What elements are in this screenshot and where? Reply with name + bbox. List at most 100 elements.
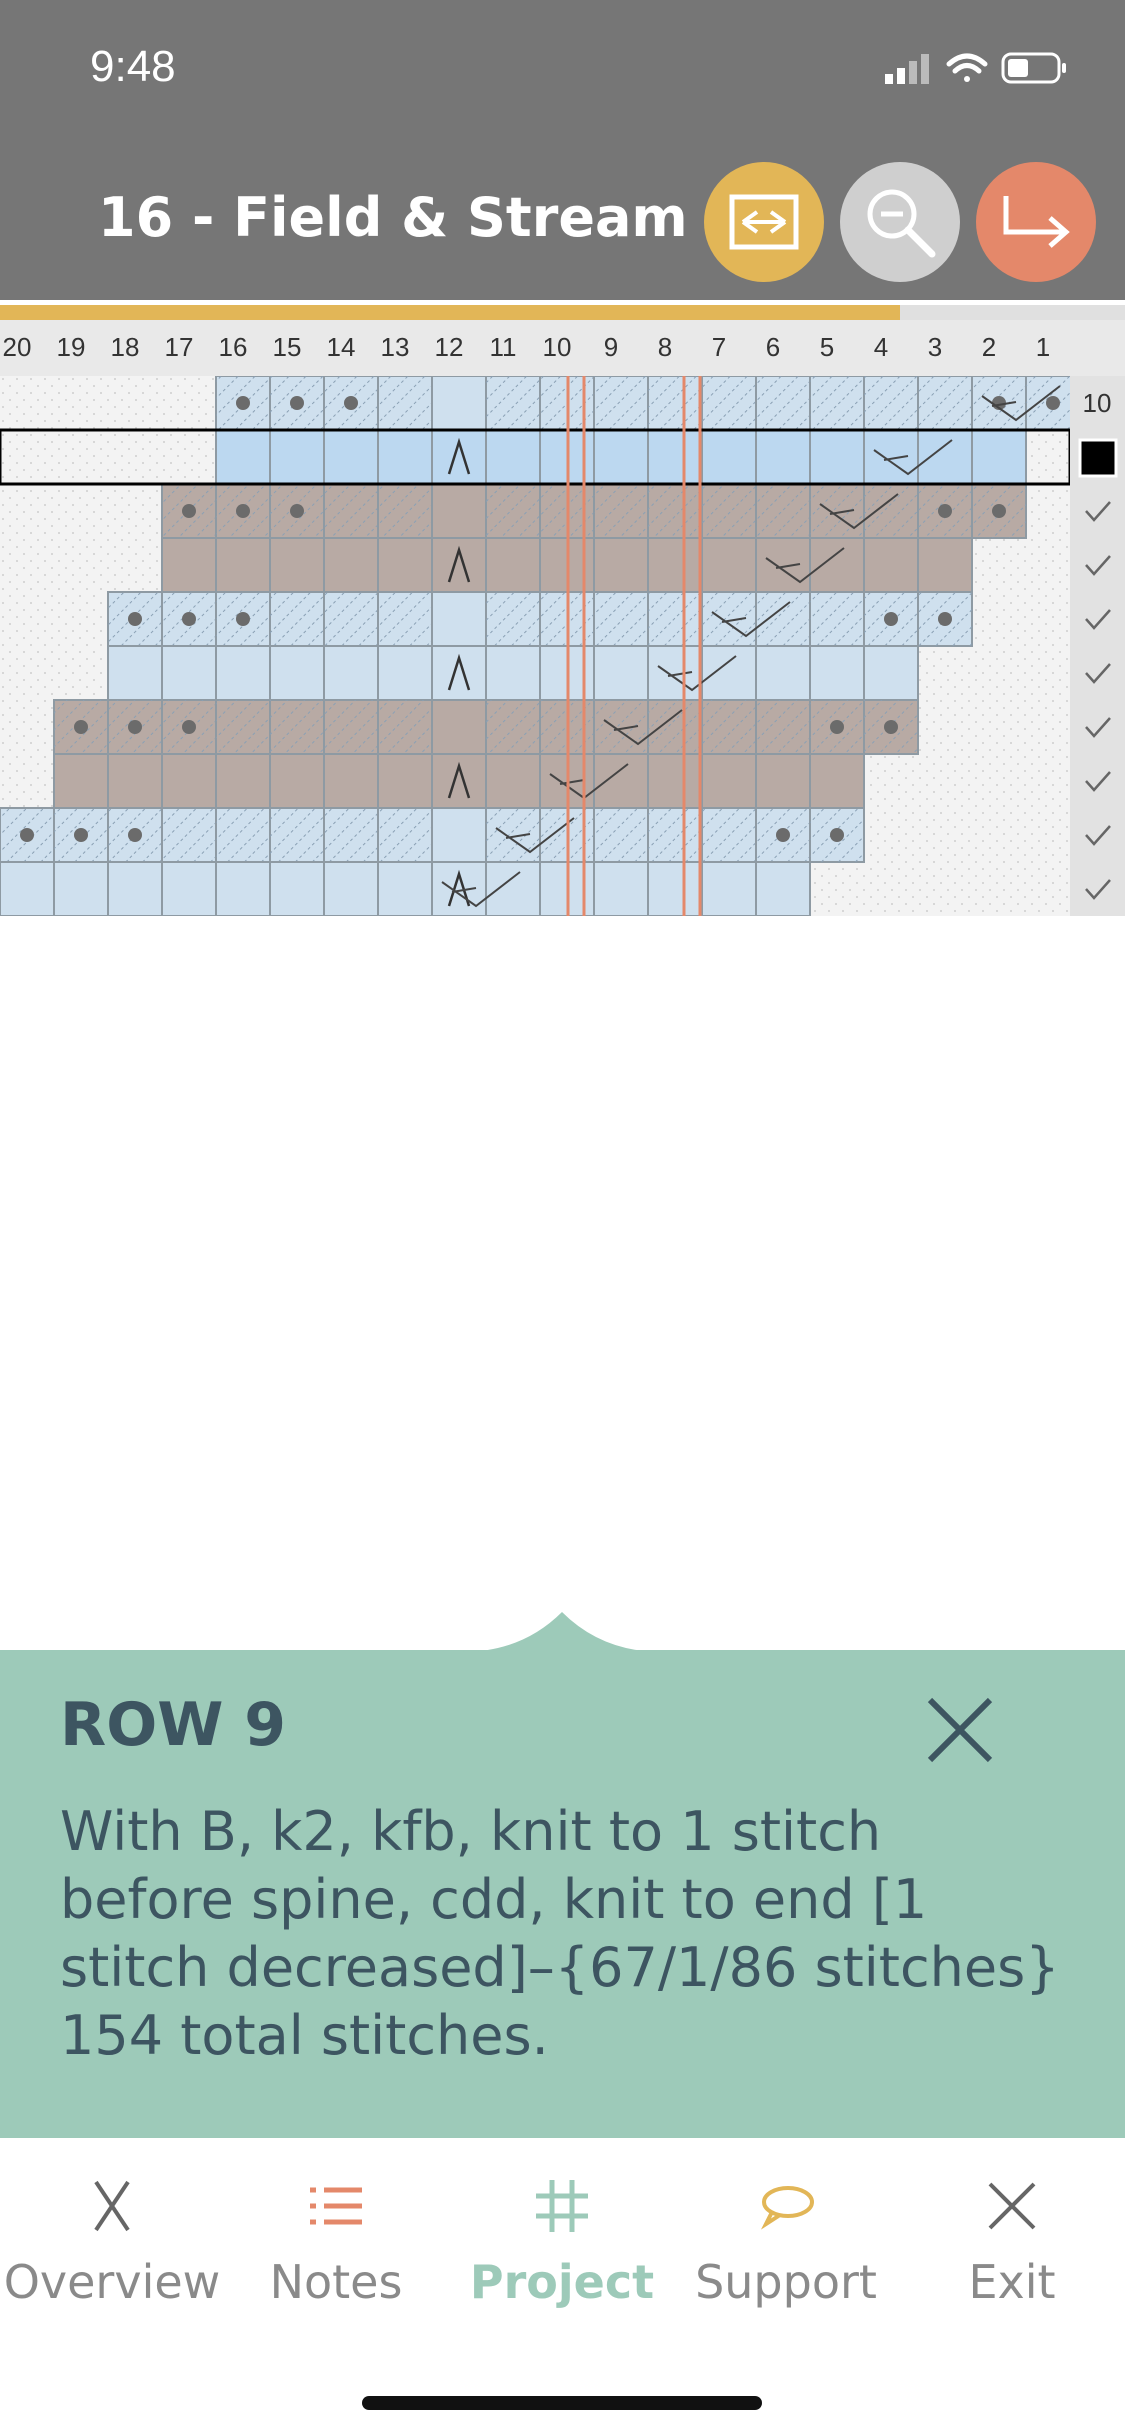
next-row-button[interactable] (976, 162, 1096, 282)
stitch-cell (755, 429, 811, 485)
current-row-checkbox (1078, 438, 1118, 478)
status-time: 9:48 (90, 42, 176, 91)
stitch-pattern (378, 700, 432, 754)
stitch-cell (593, 537, 649, 593)
wifi-icon (946, 53, 988, 82)
stitch-pattern (702, 592, 756, 646)
stitch-cell (809, 645, 865, 701)
list-icon (310, 2187, 362, 2225)
page-title: 16 - Field & Stream (98, 186, 688, 249)
tab-label: Exit (968, 2255, 1056, 2309)
column-number-header: 20 19 18 17 16 15 14 13 12 11 10 9 8 7 6 5 4 3 2 1 (0, 320, 1125, 376)
stitch-cell (269, 753, 325, 809)
stitch-cell (593, 861, 649, 916)
stitch-pattern (486, 700, 540, 754)
purl-dot (182, 612, 196, 626)
stitch-cell (377, 645, 433, 701)
battery-icon (1001, 52, 1066, 84)
stitch-cell (431, 376, 487, 431)
column-number: 2 (981, 332, 997, 362)
stitch-cell (377, 753, 433, 809)
column-number: 18 (110, 332, 140, 362)
stitch-pattern (756, 376, 810, 430)
stitch-pattern (918, 376, 972, 430)
purl-dot (74, 720, 88, 734)
stitch-cell (701, 429, 757, 485)
stitch-cell (593, 429, 649, 485)
stitch-cell (377, 537, 433, 593)
status-icons (885, 52, 1066, 84)
stitch-pattern (702, 700, 756, 754)
stitch-cell (431, 483, 487, 539)
stitch-pattern (324, 592, 378, 646)
tab-notes[interactable]: Notes (226, 2176, 446, 2309)
stitch-pattern (378, 592, 432, 646)
purl-dot (128, 720, 142, 734)
knitting-chart[interactable]: 20 19 18 17 16 15 14 13 12 11 10 9 8 7 6 5 4 3 2 1 10 (0, 320, 1125, 916)
stitch-cell (485, 429, 541, 485)
stitch-pattern (648, 376, 702, 430)
stitch-cell (107, 861, 163, 916)
tab-label: Overview (3, 2255, 221, 2309)
stitch-cell (53, 861, 109, 916)
stitch-pattern (270, 700, 324, 754)
stitch-cell (863, 645, 919, 701)
purl-dot (830, 828, 844, 842)
purl-dot (236, 396, 250, 410)
stitch-cell (863, 537, 919, 593)
zoom-out-button[interactable] (840, 162, 960, 282)
stitch-cell (107, 645, 163, 701)
stitch-cell (53, 753, 109, 809)
stitch-pattern (594, 376, 648, 430)
stitch-cell (215, 537, 271, 593)
tab-overview[interactable]: Overview (2, 2176, 222, 2309)
column-number: 11 (489, 332, 517, 362)
stitch-cell (755, 753, 811, 809)
zoom-out-icon (867, 189, 936, 258)
stitch-pattern (378, 376, 432, 430)
purl-dot (1046, 396, 1060, 410)
purl-dot (182, 720, 196, 734)
stitch-pattern (648, 592, 702, 646)
fit-width-button[interactable] (704, 162, 824, 282)
tab-support[interactable]: Support (676, 2176, 896, 2309)
stitch-pattern (810, 484, 864, 538)
column-number: 6 (765, 332, 781, 362)
grid-icon (536, 2180, 588, 2232)
row-title: ROW 9 (60, 1690, 287, 1760)
progress-bar (0, 305, 900, 320)
stitch-cell (323, 753, 379, 809)
stitch-pattern (648, 808, 702, 862)
column-number: 19 (56, 332, 86, 362)
column-number: 12 (434, 332, 464, 362)
stitch-cell (701, 537, 757, 593)
stitch-pattern (810, 376, 864, 430)
purl-dot (776, 828, 790, 842)
home-indicator (362, 2396, 762, 2410)
stitch-grid[interactable]: 10 (0, 376, 1125, 916)
purl-dot (884, 612, 898, 626)
close-icon[interactable] (920, 1690, 1000, 1770)
tab-exit[interactable]: Exit (902, 2176, 1122, 2309)
purl-dot (938, 612, 952, 626)
stitch-pattern (378, 484, 432, 538)
stitch-pattern (756, 592, 810, 646)
purl-dot (236, 504, 250, 518)
tab-project[interactable]: Project (452, 2176, 672, 2309)
purl-dot (290, 504, 304, 518)
stitch-cell (485, 645, 541, 701)
chat-icon (760, 2186, 814, 2230)
app-header: 9:48 16 - Field & Stream (0, 0, 1125, 300)
current-row-number: 10 (1083, 388, 1112, 418)
column-number: 1 (1035, 332, 1051, 362)
row-instruction-text: With B, k2, kfb, knit to 1 stitch before… (60, 1800, 1060, 2067)
purl-dot (884, 720, 898, 734)
purl-dot (128, 828, 142, 842)
purl-dot (182, 504, 196, 518)
stitch-cell (269, 861, 325, 916)
panel-tab-bump (462, 1612, 662, 1652)
column-number: 10 (542, 332, 572, 362)
stitch-cell (269, 537, 325, 593)
stitch-cell (161, 861, 217, 916)
stitch-cell (323, 645, 379, 701)
